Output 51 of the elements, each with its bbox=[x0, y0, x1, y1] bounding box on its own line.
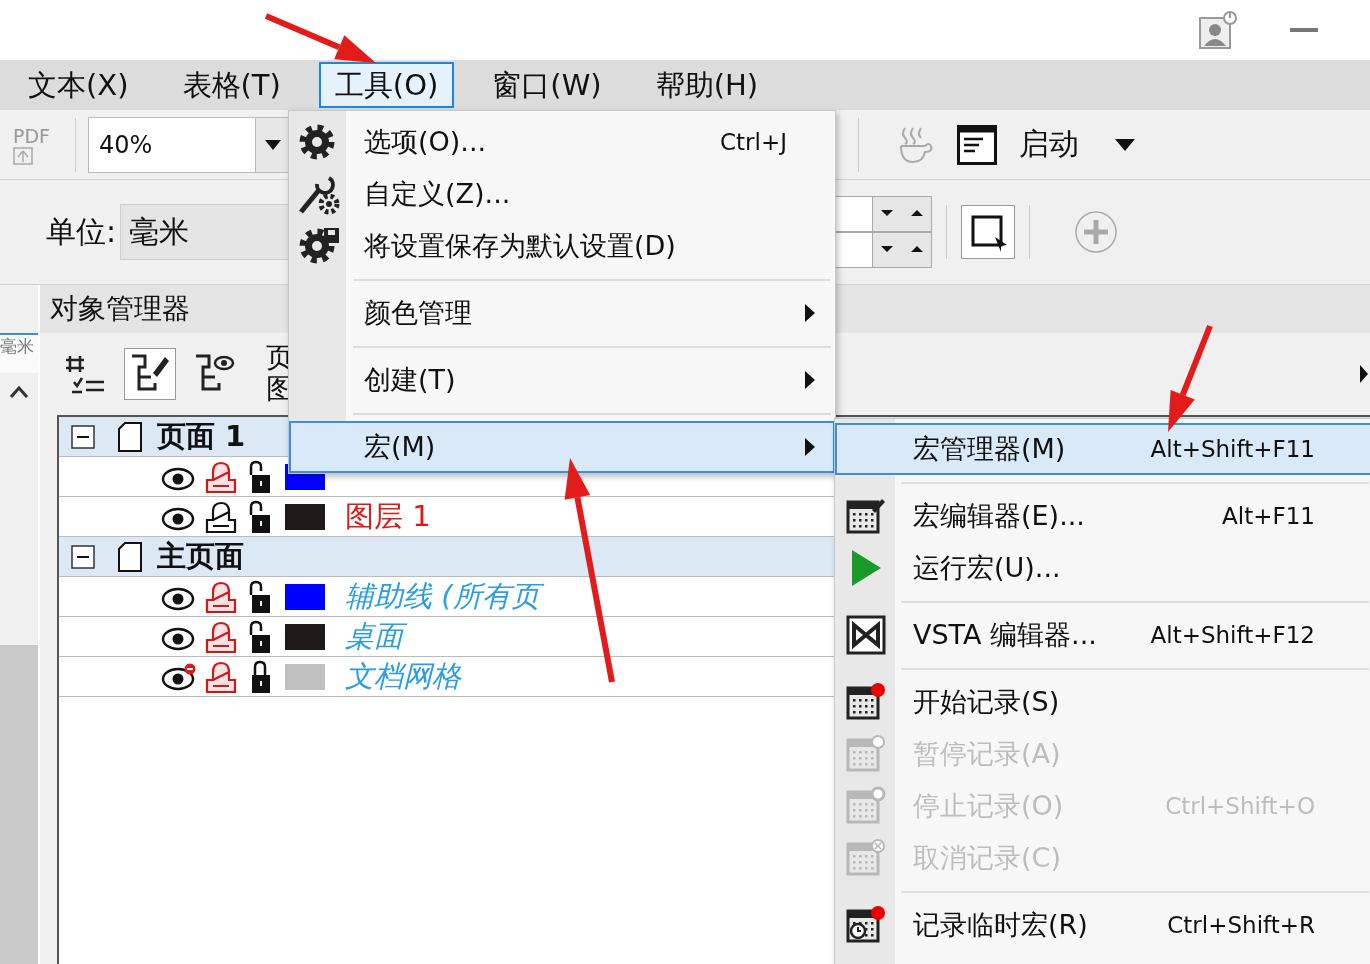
play-icon bbox=[849, 548, 883, 588]
page-name: 主页面 bbox=[157, 537, 244, 575]
caret-down-icon[interactable] bbox=[1115, 138, 1135, 151]
menu-bar-item[interactable]: 文本(X) bbox=[12, 62, 145, 108]
menu-item[interactable]: 选项(O)... Ctrl+J bbox=[289, 116, 835, 168]
collapse-icon[interactable] bbox=[71, 544, 95, 569]
menu-bar-item[interactable]: 工具(O) bbox=[318, 62, 455, 108]
color-swatch[interactable] bbox=[285, 663, 325, 690]
menu-item[interactable]: 宏管理器(M) Alt+Shift+F11 bbox=[835, 423, 1370, 475]
toolbar-button[interactable] bbox=[124, 348, 176, 400]
calendar-pause-icon bbox=[846, 734, 886, 774]
page-icon bbox=[117, 540, 143, 573]
bowtie-icon bbox=[846, 615, 886, 655]
layer-name[interactable]: 图层 1 bbox=[339, 497, 437, 536]
collapse-icon[interactable] bbox=[71, 424, 95, 449]
menu-bar-item[interactable]: 表格(T) bbox=[166, 62, 297, 108]
transform-button[interactable] bbox=[961, 205, 1016, 259]
color-swatch[interactable] bbox=[285, 623, 325, 650]
calendar-stop-icon bbox=[846, 786, 886, 826]
user-icon[interactable] bbox=[1198, 10, 1238, 50]
menu-item[interactable]: 开始记录(S) bbox=[835, 676, 1370, 728]
pdf-label: PDF bbox=[13, 124, 51, 147]
calendar-clock-icon bbox=[846, 905, 886, 945]
unit-label: 单位: bbox=[46, 212, 117, 251]
window-icon[interactable] bbox=[957, 124, 997, 165]
launch-label[interactable]: 启动 bbox=[1019, 124, 1079, 165]
page-name: 页面 1 bbox=[157, 417, 246, 455]
color-swatch[interactable] bbox=[285, 503, 325, 530]
menu-item[interactable]: 记录临时宏(R) Ctrl+Shift+R bbox=[835, 899, 1370, 951]
calendar-pencil-icon bbox=[846, 496, 886, 536]
menu-bar-item[interactable]: 帮助(H) bbox=[639, 62, 775, 108]
page-icon bbox=[117, 420, 143, 453]
submenu-arrow-icon bbox=[804, 303, 816, 323]
ruler-unit: 毫米 bbox=[0, 336, 34, 356]
color-swatch[interactable] bbox=[285, 583, 325, 610]
menu-item[interactable]: 创建(T) bbox=[289, 354, 835, 406]
caret-down-icon bbox=[265, 139, 281, 150]
spin-field[interactable] bbox=[835, 232, 933, 268]
calendar-cancel-icon bbox=[846, 838, 886, 878]
menu-item[interactable]: VSTA 编辑器... Alt+Shift+F12 bbox=[835, 609, 1370, 661]
submenu-arrow-icon bbox=[804, 370, 816, 390]
menu-item[interactable]: 宏(M) bbox=[289, 421, 835, 473]
chevron-right-icon[interactable] bbox=[1360, 365, 1368, 383]
chevron-up-icon[interactable] bbox=[9, 385, 29, 399]
printer-icon[interactable] bbox=[203, 499, 239, 534]
zoom-field[interactable]: 40% bbox=[88, 116, 291, 173]
menu-bar-item[interactable]: 窗口(W) bbox=[476, 62, 618, 108]
spin-field[interactable] bbox=[835, 196, 933, 232]
eye-hidden-icon[interactable] bbox=[161, 662, 197, 691]
submenu-arrow-icon bbox=[804, 437, 816, 457]
calendar-record-icon bbox=[846, 682, 886, 722]
